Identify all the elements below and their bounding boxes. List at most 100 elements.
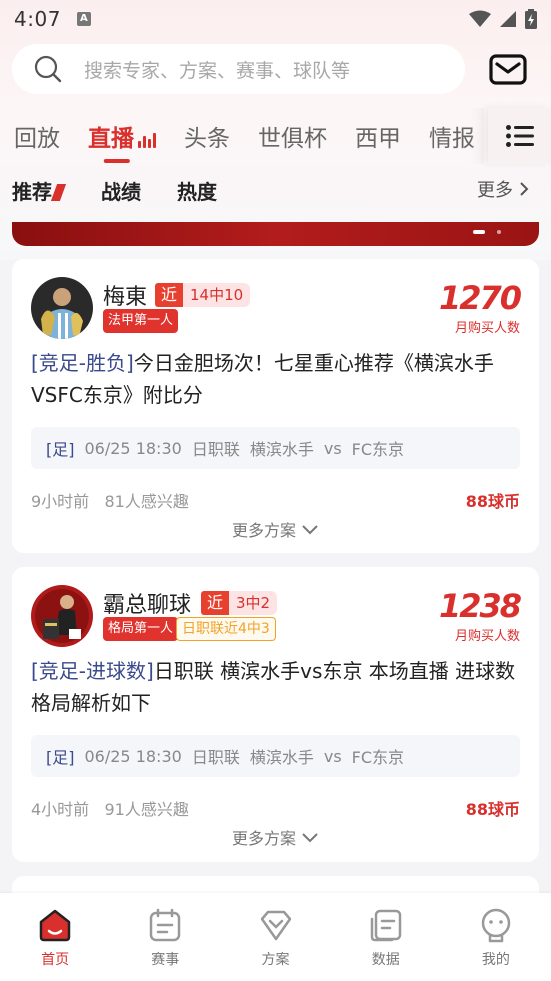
nav-data[interactable]: 数据 [331,893,441,981]
banner-carousel[interactable] [12,222,539,246]
chevron-down-icon [302,833,318,843]
interest-count: 91人感兴趣 [104,800,189,819]
post-meta: 9小时前 81人感兴趣 [31,488,189,512]
sport-tag: [足] [46,748,75,767]
match-league: 日职联 [191,440,240,459]
plan-price: 88球币 [465,492,520,511]
tab-label: 头条 [184,126,230,152]
league-record-tag: 日职联近4中3 [176,617,276,641]
match-home: 横滨水手 [249,440,314,459]
recent-record-badge: 近 3中2 [201,591,278,615]
more-label: 更多 [477,180,513,201]
posted-time: 4小时前 [31,800,90,819]
nav-plans[interactable]: 方案 [220,893,330,981]
match-away: FC东京 [351,440,405,459]
match-away: FC东京 [351,748,405,767]
expert-name[interactable]: 梅東 [103,279,147,311]
avatar-image [31,585,93,647]
match-info[interactable]: [足] 06/25 18:30 日职联 横滨水手 vs FC东京 [31,735,520,777]
more-plans-button[interactable]: 更多方案 [12,517,539,541]
subtab-record[interactable]: 战绩 [101,176,141,205]
nav-matches[interactable]: 赛事 [110,893,220,981]
subtab-label: 战绩 [101,179,141,204]
match-home: 横滨水手 [249,748,314,767]
plan-category: [竞足-胜负] [31,351,134,375]
home-icon [39,909,71,942]
tab-headlines[interactable]: 头条 [170,119,244,153]
tab-live[interactable]: 直播 [74,119,170,153]
tab-replay[interactable]: 回放 [0,119,74,153]
search-icon [34,55,62,83]
carousel-dot [497,230,501,234]
recent-tag: 近 [155,283,184,307]
plan-card[interactable]: 梅東 近 14中10 法甲第一人 1270 月购买人数 [竞足-胜负]今日金胆场… [12,259,539,553]
match-info[interactable]: [足] 06/25 18:30 日职联 横滨水手 vs FC东京 [31,427,520,469]
buyer-label: 月购买人数 [454,629,520,644]
status-bar: 4:07 A [0,0,551,38]
buyer-label: 月购买人数 [454,321,520,336]
profile-icon [481,908,511,943]
avatar[interactable] [31,277,93,339]
post-meta: 4小时前 91人感兴趣 [31,796,189,820]
tab-la-liga[interactable]: 西甲 [341,119,415,153]
subtab-recommend[interactable]: 推荐 [12,176,67,205]
plan-category: [竞足-进球数] [31,659,154,683]
status-time: 4:07 [14,7,61,31]
carousel-dot-active [473,230,485,234]
avatar[interactable] [31,585,93,647]
live-indicator-icon [138,132,156,148]
plan-title[interactable]: [竞足-进球数]日职联 横滨水手vs东京 本场直播 进球数 格局解析如下 [31,655,526,719]
more-plans-button[interactable]: 更多方案 [12,825,539,849]
recent-record-badge: 近 14中10 [155,283,251,307]
channel-tabs: 回放 直播 头条 世俱杯 西甲 情报 [0,108,483,164]
search-input[interactable]: 搜索专家、方案、赛事、球队等 [12,44,465,94]
a-icon: A [76,12,91,26]
subtab-popularity[interactable]: 热度 [177,176,217,205]
recent-tag: 近 [201,591,230,615]
channel-menu-button[interactable] [488,108,551,164]
tab-label: 直播 [88,126,134,152]
tabs-fade [470,108,484,164]
chevron-down-icon [302,525,318,535]
expert-name[interactable]: 霸总聊球 [103,587,191,619]
more-plans-label: 更多方案 [231,521,296,540]
nav-profile[interactable]: 我的 [441,893,551,981]
list-menu-icon [505,125,534,147]
nav-label: 我的 [481,952,510,968]
interest-count: 81人感兴趣 [104,492,189,511]
match-time: 06/25 18:30 [84,438,182,458]
tab-label: 世俱杯 [258,126,327,152]
expert-title-tag: 格局第一人 [103,617,179,641]
plan-price: 88球币 [465,800,520,819]
diamond-icon [260,910,291,941]
match-league: 日职联 [191,748,240,767]
wifi-icon [469,10,491,27]
tab-label: 情报 [429,126,475,152]
data-icon [370,909,401,942]
recent-stat: 3中2 [229,591,278,615]
nav-label: 赛事 [151,952,180,968]
chevron-right-icon [520,182,529,196]
more-plans-label: 更多方案 [231,829,296,848]
plan-card[interactable]: 霸总聊球 近 3中2 格局第一人 日职联近4中3 1238 月购买人数 [竞足-… [12,567,539,862]
nav-home[interactable]: 首页 [0,893,110,981]
nav-label: 方案 [261,952,290,968]
subtab-label: 热度 [177,179,217,204]
match-time: 06/25 18:30 [84,746,182,766]
recent-stat: 14中10 [183,283,251,307]
buyer-count: 1270 [438,279,522,317]
message-button[interactable] [488,53,528,87]
more-link[interactable]: 更多 [477,176,529,202]
flag-icon [50,183,67,201]
signal-icon [500,11,516,27]
avatar-image [31,277,93,339]
sub-tabs: 推荐 战绩 热度 [0,170,551,210]
plan-title[interactable]: [竞足-胜负]今日金胆场次！七星重心推荐《横滨水手VSFC东京》附比分 [31,347,526,411]
mail-icon [489,54,527,85]
nav-label: 首页 [41,952,70,968]
buyer-count: 1238 [438,587,522,625]
sport-tag: [足] [46,440,75,459]
expert-title-tag: 法甲第一人 [103,309,179,333]
tab-club-world-cup[interactable]: 世俱杯 [244,119,341,153]
tab-label: 西甲 [355,126,401,152]
